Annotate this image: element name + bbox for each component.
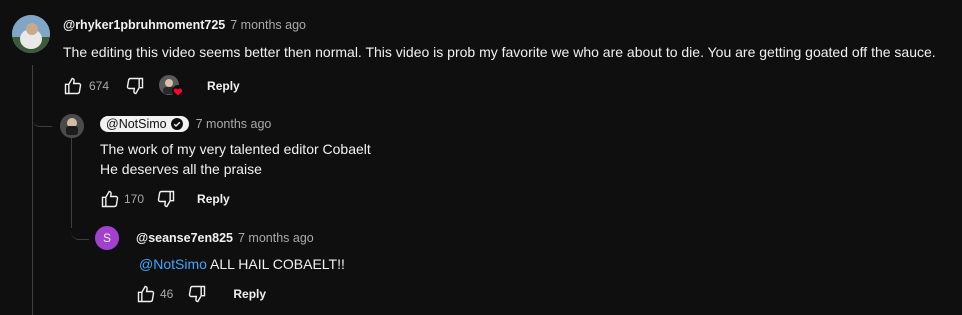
like-count: 46 [160, 287, 174, 301]
reply-connector [32, 100, 52, 127]
dislike-icon[interactable] [156, 189, 176, 209]
avatar[interactable]: S [95, 226, 119, 250]
mention-link[interactable]: @NotSimo [139, 256, 207, 272]
reply-time[interactable]: 7 months ago [196, 117, 272, 131]
reply-button[interactable]: Reply [233, 287, 266, 301]
reply-connector-nested [71, 213, 89, 240]
avatar[interactable] [12, 15, 50, 53]
avatar[interactable] [60, 114, 84, 138]
reply-text-line: He deserves all the praise [100, 161, 262, 177]
avatar-letter: S [102, 231, 111, 245]
like-icon[interactable] [63, 76, 83, 96]
comment-author[interactable]: @rhyker1pbruhmoment725 [63, 18, 225, 32]
comment-text: The editing this video seems better then… [63, 44, 936, 60]
like-icon[interactable] [136, 284, 156, 304]
reply-button[interactable]: Reply [197, 192, 230, 206]
reply-text: ALL HAIL COBAELT!! [206, 256, 345, 272]
like-count: 674 [89, 79, 110, 93]
dislike-icon[interactable] [187, 284, 207, 304]
reply-author: @NotSimo [106, 117, 167, 131]
reply-time[interactable]: 7 months ago [238, 231, 314, 245]
creator-author-badge[interactable]: @NotSimo [100, 116, 189, 132]
dislike-icon[interactable] [125, 76, 145, 96]
verified-icon [170, 118, 183, 130]
like-icon[interactable] [100, 189, 120, 209]
like-count: 170 [124, 192, 145, 206]
creator-heart-badge [158, 74, 185, 98]
reply-text-line: The work of my very talented editor Coba… [100, 141, 371, 157]
reply-author[interactable]: @seanse7en825 [136, 231, 233, 245]
reply-button[interactable]: Reply [207, 79, 240, 93]
comment-time[interactable]: 7 months ago [230, 18, 306, 32]
